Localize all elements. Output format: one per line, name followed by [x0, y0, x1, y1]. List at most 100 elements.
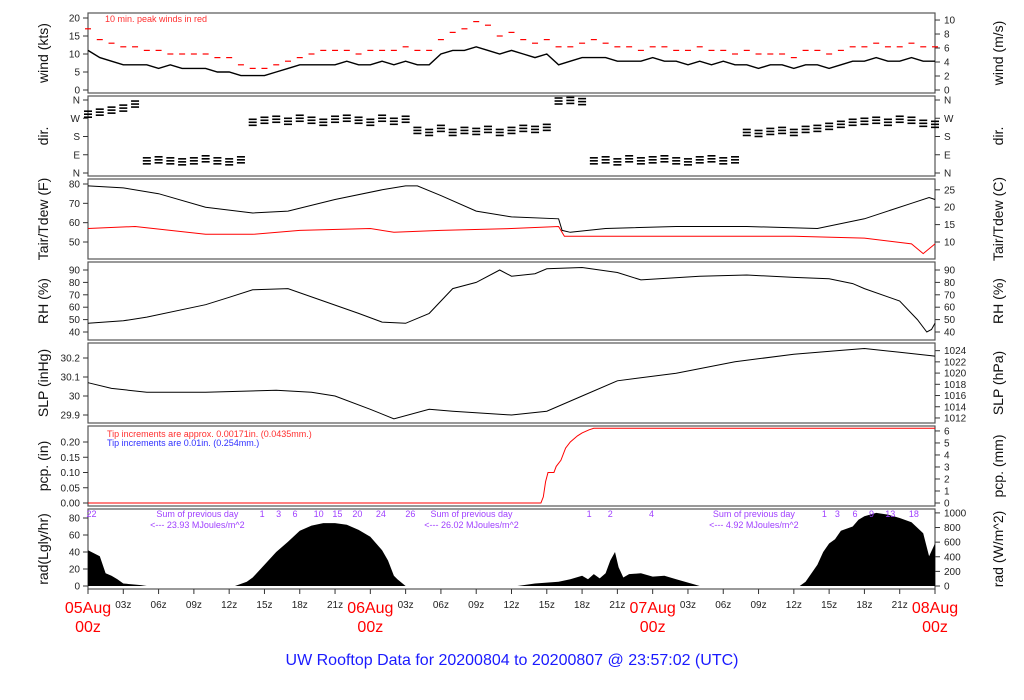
peak-wind-annotation: 10 min. peak winds in red [105, 14, 207, 24]
y-tick-label: 10 [69, 50, 81, 61]
x-axis: 03z 06z 09z 12z 15z 18z 21z 03z 06z 09z 12z 15z 18z 2… [65, 589, 958, 636]
x-tick-label: 03z [398, 600, 414, 611]
y-tick-label: 60 [69, 531, 81, 542]
y-tick-label: 0.10 [61, 468, 81, 479]
x-tick-label: 21z [609, 600, 625, 611]
y-tick-label: 80 [69, 180, 81, 191]
y-right-tick-label: 1012 [944, 413, 967, 424]
chart-title: UW Rooftop Data for 20200804 to 20200807… [286, 652, 739, 669]
x-tick-label: 03z [680, 600, 696, 611]
hour-mark-label: 2 [608, 509, 613, 519]
hour-mark-label: 6 [293, 509, 298, 519]
temperature-line-0 [87, 185, 936, 233]
y-right-tick-label: 60 [944, 303, 956, 314]
y-right-tick-label: 8 [944, 30, 950, 41]
relative-humidity-line-0 [87, 266, 936, 333]
y-tick-label: 0.20 [61, 438, 81, 449]
date-label: 06Aug [347, 600, 393, 617]
panel-frame [87, 178, 936, 260]
y-right-tick-label: 1 [944, 486, 950, 497]
rooftop-weather-chart: 0 5 10 15 200 2 4 6 8 10 wind (kts) wind (m/s) 10 mi… [35, 12, 1006, 669]
daily-sum-heading: Sum of previous day [430, 509, 513, 519]
y-right-tick-label: 1016 [944, 391, 967, 402]
y-right-tick-label: 90 [944, 266, 956, 277]
panel-frame [87, 261, 936, 341]
daily-sum-value: <--- 4.92 MJoules/m^2 [709, 520, 799, 530]
y-right-tick-label: 4 [944, 58, 950, 69]
y-tick-label: 0.05 [61, 483, 81, 494]
y-right-tick-label: 1022 [944, 357, 967, 368]
y-right-tick-label: 10 [944, 16, 956, 27]
panels: 0 5 10 15 200 2 4 6 8 10 wind (kts) wind (m/s) 10 mi… [35, 12, 1006, 593]
y-axis-title-right: dir. [990, 127, 1006, 146]
x-tick-label: 03z [115, 600, 131, 611]
hour-mark-label: 13 [885, 509, 895, 519]
hour-mark-label: 20 [352, 509, 362, 519]
wind-speed-line [87, 46, 935, 77]
hour-mark-label: 3 [835, 509, 840, 519]
y-right-tick-label: 3 [944, 462, 950, 473]
hour-mark-label: 1 [260, 509, 265, 519]
y-right-tick-label: 1000 [944, 508, 967, 519]
y-right-tick-label: 10 [944, 238, 956, 249]
y-right-tick-label: 15 [944, 220, 956, 231]
y-right-tick-label: N [944, 96, 951, 107]
panel-radiation: 02040608002004006008001000rad(Lgly/hr) ra… [35, 508, 1006, 593]
sea-level-pressure-line-0 [87, 347, 936, 420]
y-tick-label: E [73, 150, 80, 161]
y-right-tick-label: 200 [944, 567, 961, 578]
y-axis-title: Tair/Tdew (F) [35, 178, 51, 260]
date-label: 08Aug [912, 600, 958, 617]
date-time-label: 00z [640, 619, 666, 636]
y-right-tick-label: 0 [944, 582, 950, 593]
y-right-tick-label: 70 [944, 290, 956, 301]
tip-increment-note-blue: Tip increments are 0.01in. (0.254mm.) [107, 438, 259, 448]
hour-mark-label: 9 [869, 509, 874, 519]
panel-relative-humidity: 405060708090405060708090RH (%) RH (%) [35, 261, 1006, 341]
y-right-tick-label: 1024 [944, 346, 967, 357]
x-tick-label: 15z [821, 600, 837, 611]
y-tick-label: 50 [69, 238, 81, 249]
y-axis-title: RH (%) [35, 278, 51, 324]
y-right-tick-label: 400 [944, 552, 961, 563]
panel-precipitation: 0.000.050.100.150.200123456pcp. (in) pcp.… [35, 425, 1006, 510]
x-tick-label: 15z [256, 600, 272, 611]
hour-mark-label: 15 [332, 509, 342, 519]
x-tick-label: 15z [539, 600, 555, 611]
x-tick-label: 21z [892, 600, 908, 611]
daily-sum-value: <--- 23.93 MJoules/m^2 [150, 520, 245, 530]
y-tick-label: 50 [69, 315, 81, 326]
temperature-line-1 [87, 225, 936, 255]
y-right-tick-label: 6 [944, 426, 950, 437]
y-tick-label: 80 [69, 278, 81, 289]
date-time-label: 00z [357, 619, 383, 636]
x-tick-label: 18z [574, 600, 590, 611]
y-right-tick-label: W [944, 114, 954, 125]
daily-sum-heading: Sum of previous day [713, 509, 796, 519]
y-tick-label: 29.9 [61, 411, 81, 422]
y-axis-title: wind (kts) [35, 23, 51, 84]
panel-sea-level-pressure: 29.9 30 30.1 30.2 10121014101610181020102210… [35, 342, 1006, 424]
y-right-tick-label: E [944, 150, 951, 161]
hour-mark-label: 6 [852, 509, 857, 519]
hour-mark-label: 1 [822, 509, 827, 519]
y-axis-title-right: pcp. (mm) [990, 435, 1006, 498]
y-right-tick-label: N [944, 169, 951, 180]
y-axis-title-right: wind (m/s) [990, 21, 1006, 87]
x-tick-label: 06z [433, 600, 449, 611]
y-right-tick-label: 1020 [944, 369, 967, 380]
y-right-tick-label: 4 [944, 450, 950, 461]
y-right-tick-label: 2 [944, 72, 950, 83]
y-axis-title-right: SLP (hPa) [990, 351, 1006, 415]
y-tick-label: N [73, 96, 80, 107]
y-right-tick-label: 80 [944, 278, 956, 289]
hour-mark-label: 22 [87, 509, 97, 519]
y-right-tick-label: 5 [944, 438, 950, 449]
y-right-tick-label: 1018 [944, 380, 967, 391]
y-tick-label: 40 [69, 328, 81, 339]
y-tick-label: 30.1 [61, 373, 81, 384]
x-tick-label: 09z [750, 600, 766, 611]
y-right-tick-label: 2 [944, 474, 950, 485]
x-tick-label: 12z [503, 600, 519, 611]
y-right-tick-label: S [944, 132, 951, 143]
